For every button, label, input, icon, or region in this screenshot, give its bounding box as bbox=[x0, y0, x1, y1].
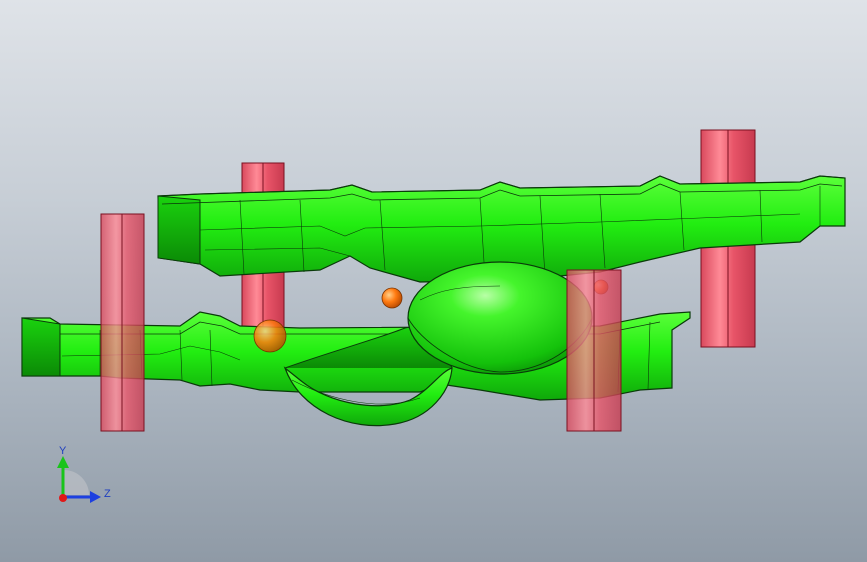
contact-ball-left[interactable] bbox=[253, 319, 287, 353]
differential-dome[interactable] bbox=[407, 261, 593, 375]
contact-ball-center[interactable] bbox=[381, 287, 403, 309]
model-view[interactable] bbox=[0, 0, 867, 562]
locating-pin-front-left[interactable] bbox=[100, 213, 145, 432]
locating-pin-front-right[interactable] bbox=[566, 269, 622, 432]
3d-graphics-area[interactable]: Y Z bbox=[0, 0, 867, 562]
